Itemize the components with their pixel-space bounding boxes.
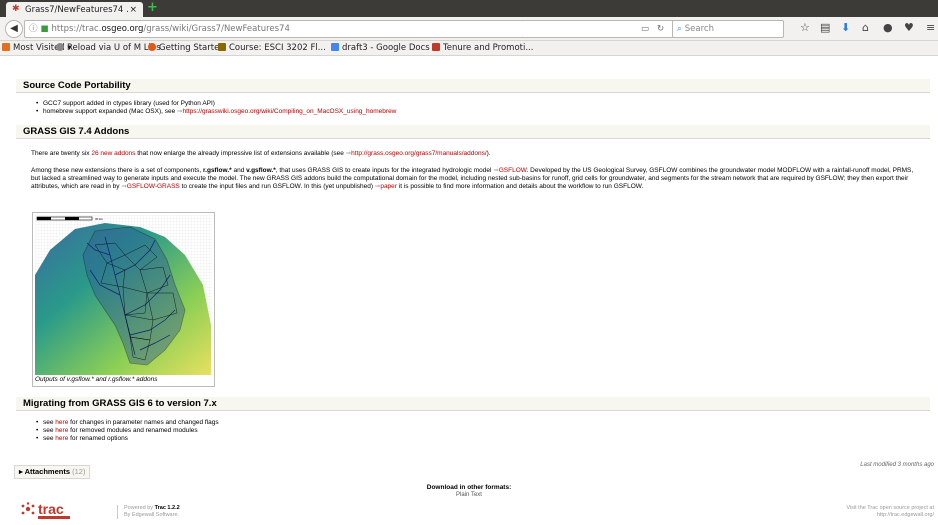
pocket-icon[interactable]: ♥	[904, 21, 914, 35]
list-item: see here for removed modules and renamed…	[36, 427, 198, 435]
nav-toolbar: ◀ ⓘ ■ https://trac.osgeo.org/grass/wiki/Gr…	[0, 17, 938, 41]
bookmark-draft3[interactable]: draft3 - Google Docs	[331, 41, 430, 55]
scale-bar-label: 30 km	[95, 217, 104, 221]
close-tab-icon[interactable]: ×	[129, 5, 137, 15]
bookmarks-bar: Most Visited ▾ Reload via U of M Libs Ge…	[0, 41, 938, 56]
back-arrow-icon[interactable]: ◀	[5, 20, 23, 38]
here-link[interactable]: here	[55, 435, 68, 442]
new-addons-link[interactable]: 26 new addons	[91, 150, 135, 157]
section-heading: Migrating from GRASS GIS 6 to version 7.…	[23, 398, 217, 409]
section-heading: Source Code Portability	[23, 80, 131, 91]
reload-icon[interactable]: ↻	[657, 21, 664, 37]
list-item: see here for renamed options	[36, 435, 128, 443]
firefox-icon	[148, 43, 156, 51]
visit-trac: Visit the Trac open source project at ht…	[846, 505, 934, 518]
list-item: see here for changes in parameter names …	[36, 419, 219, 427]
trac-project-link[interactable]: http://trac.edgewall.org/	[877, 512, 934, 518]
chat-icon[interactable]: ●	[883, 21, 893, 35]
gsflow-link[interactable]: GSFLOW	[499, 167, 527, 174]
bookmarks-library-icon[interactable]: ▤	[820, 21, 830, 35]
gsflow-figure[interactable]: 30 km	[32, 212, 215, 387]
url-bar-actions: ▭ ↻	[523, 20, 674, 38]
addons-manual-link[interactable]: http://grass.osgeo.org/grass7/manuals/ad…	[351, 150, 487, 157]
section-addons: GRASS GIS 7.4 Addons	[16, 125, 930, 139]
reload-bookmark-icon	[56, 43, 64, 51]
trac-logo[interactable]: trac	[20, 501, 80, 525]
new-tab-icon[interactable]: +	[147, 1, 158, 14]
plain-text-link[interactable]: Plain Text	[0, 492, 938, 498]
gsflow-paragraph: Among these new extensions there is a se…	[31, 167, 914, 190]
search-engine-icon: ⌕	[677, 24, 682, 34]
course-icon	[218, 43, 226, 51]
bookmark-reload-libs[interactable]: Reload via U of M Libs	[56, 41, 161, 55]
download-icon[interactable]: ⬇	[841, 21, 850, 35]
bookmark-course[interactable]: Course: ESCI 3202 Fl...	[218, 41, 326, 55]
browser-tab[interactable]: ✱ Grass7/NewFeatures74 … ×	[6, 2, 143, 17]
gsflow-grass-link[interactable]: GSFLOW-GRASS	[127, 183, 180, 190]
info-icon[interactable]: ⓘ	[29, 24, 38, 34]
edgewall-link[interactable]: By Edgewall Software.	[124, 512, 179, 518]
bookmark-tenure[interactable]: Tenure and Promoti...	[432, 41, 533, 55]
paper-link[interactable]: paper	[380, 183, 397, 190]
gsflow-map-image: 30 km	[35, 215, 212, 375]
url-prefix: https://trac.	[51, 24, 102, 34]
tab-title: Grass7/NewFeatures74 …	[25, 4, 130, 15]
search-placeholder: Search	[684, 24, 714, 34]
figure-caption: Outputs of v.gsflow.* and r.gsflow.* add…	[35, 376, 158, 383]
section-heading: GRASS GIS 7.4 Addons	[23, 126, 130, 137]
download-heading: Download in other formats:	[426, 484, 512, 491]
menu-icon[interactable]: ≡	[926, 21, 935, 35]
page-content: Source Code Portability GCC7 support add…	[0, 56, 938, 523]
reader-view-icon[interactable]: ▭	[641, 21, 649, 37]
url-path: /grass/wiki/Grass7/NewFeatures74	[143, 24, 290, 34]
bookmark-getting-started[interactable]: Getting Started	[148, 41, 225, 55]
powered-by: Powered by Trac 1.2.2 By Edgewall Softwa…	[117, 505, 180, 519]
url-domain: osgeo.org	[101, 24, 144, 34]
attachments-toggle[interactable]: ▸ Attachments (12)	[14, 465, 91, 479]
search-box[interactable]: ⌕ Search	[672, 20, 784, 38]
trac-favicon-icon: ✱	[12, 4, 20, 14]
list-item: GCC7 support added in ctypes library (us…	[36, 100, 215, 108]
addons-intro-paragraph: There are twenty six 26 new addons that …	[31, 150, 491, 157]
url-bar[interactable]: ⓘ ■ https://trac.osgeo.org/grass/wiki/Gras…	[24, 20, 524, 38]
trac-version-link[interactable]: Trac 1.2.2	[155, 505, 180, 511]
homebrew-link[interactable]: https://grasswiki.osgeo.org/wiki/Compili…	[183, 108, 397, 115]
section-migrating: Migrating from GRASS GIS 6 to version 7.…	[16, 397, 930, 411]
attachments-count: (12)	[72, 467, 86, 476]
google-docs-icon	[331, 43, 339, 51]
home-icon[interactable]: ⌂	[862, 21, 869, 35]
logo-text: trac	[38, 502, 64, 517]
folder-icon	[2, 43, 10, 51]
tenure-icon	[432, 43, 440, 51]
list-item: homebrew support expanded (Mac OSX), see…	[36, 108, 397, 116]
lock-icon: ■	[40, 24, 49, 34]
tab-bar: ✱ Grass7/NewFeatures74 … × +	[0, 0, 938, 17]
section-portability: Source Code Portability	[16, 79, 930, 93]
last-modified: Last modified 3 months ago	[860, 462, 934, 468]
here-link[interactable]: here	[55, 427, 68, 434]
bookmark-star-icon[interactable]: ☆	[800, 21, 810, 35]
here-link[interactable]: here	[55, 419, 68, 426]
